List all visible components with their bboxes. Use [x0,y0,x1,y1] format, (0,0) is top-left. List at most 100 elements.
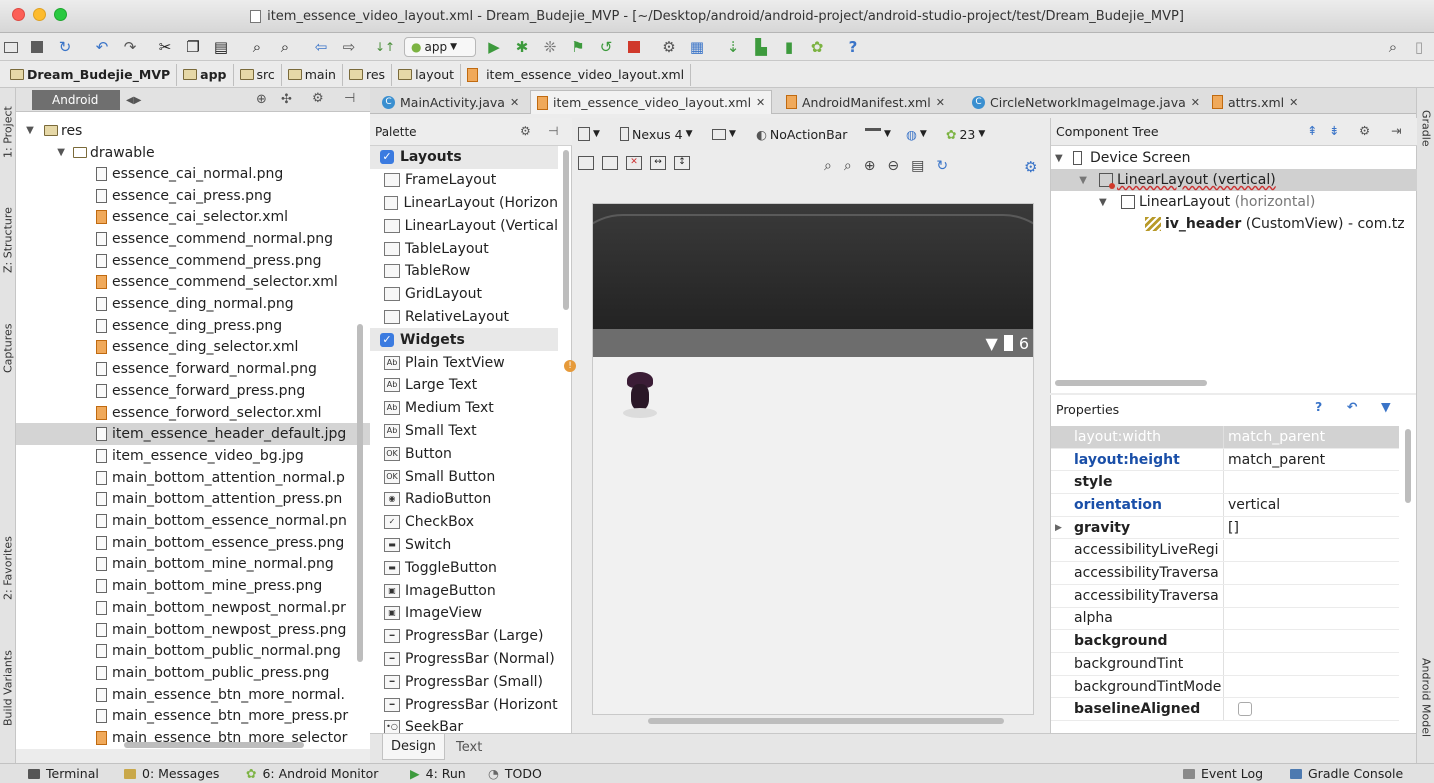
project-hscrollbar[interactable] [124,742,304,748]
breadcrumb-main[interactable]: main [282,63,343,86]
close-tab-icon[interactable]: ✕ [936,96,945,109]
breadcrumb-layout[interactable]: layout [392,63,462,86]
tree-file-item[interactable]: essence_commend_press.png [16,250,370,272]
tool-messages[interactable]: 0: Messages [124,766,219,781]
locale-select[interactable]: ◍ ▼ [906,124,927,144]
tab-androidmanifest[interactable]: AndroidManifest.xml ✕ [780,90,951,114]
run-config-select[interactable]: ● app ▼ [404,37,476,57]
close-tab-icon[interactable]: ✕ [756,96,765,109]
breadcrumb-app[interactable]: app [177,63,234,86]
property-value[interactable]: vertical [1228,497,1280,513]
tool-todo[interactable]: ◔ TODO [488,766,542,781]
tree-iv-header[interactable]: iv_header (CustomView) - com.tz [1145,213,1405,235]
close-window-button[interactable] [12,8,25,21]
palette-item[interactable]: ▬ Switch [370,534,558,557]
tool-android-monitor[interactable]: ✿ 6: Android Monitor [246,766,378,781]
remove-margin-icon[interactable]: ✕ [626,156,642,170]
tree-file-item[interactable]: main_bottom_newpost_press.png [16,619,370,641]
palette-group[interactable]: ✓ Layouts [370,146,558,169]
property-row[interactable]: orientation vertical [1051,494,1399,517]
tree-file-item[interactable]: essence_cai_normal.png [16,163,370,185]
tool-tab-captures[interactable]: Captures [0,308,16,388]
run-icon[interactable]: ▶ [485,38,503,56]
reset-icon[interactable]: ↶ [1347,399,1357,414]
palette-scrollbar[interactable] [563,150,569,310]
minimize-window-button[interactable] [33,8,46,21]
palette-item[interactable]: TableRow [370,260,558,283]
android-device-icon[interactable]: ✿ [808,38,826,56]
property-row[interactable]: style [1051,471,1399,495]
property-checkbox[interactable] [1238,702,1252,717]
save-icon[interactable] [28,38,46,56]
tree-file-item[interactable]: main_essence_btn_more_normal. [16,684,370,706]
selection-handle[interactable] [592,361,593,383]
tab-circlenetworkimageimage[interactable]: C CircleNetworkImageImage.java ✕ [966,90,1206,114]
property-row[interactable]: accessibilityTraversa [1051,584,1399,608]
gear-icon[interactable]: ⚙ [312,91,324,106]
tab-attrs[interactable]: attrs.xml ✕ [1206,90,1304,114]
redo-icon[interactable]: ↷ [121,38,139,56]
back-icon[interactable]: ⇦ [312,38,330,56]
help-icon[interactable]: ? [1315,399,1322,414]
tree-file-item[interactable]: main_bottom_public_press.png [16,662,370,684]
tree-file-item[interactable]: item_essence_video_bg.jpg [16,445,370,467]
palette-item[interactable]: Ab Medium Text [370,397,558,420]
tree-file-item[interactable]: item_essence_header_default.jpg [16,423,370,446]
tree-file-item[interactable]: main_bottom_essence_normal.pn [16,510,370,532]
tree-file-item[interactable]: essence_forword_selector.xml [16,402,370,424]
palette-item[interactable]: Ab Small Text [370,420,558,443]
property-row[interactable]: layout:width match_parent [1051,426,1399,449]
tool-event-log[interactable]: Event Log [1183,766,1263,781]
cut-icon[interactable]: ✂ [156,38,174,56]
tool-run[interactable]: ▶ 4: Run [410,766,466,781]
theme-select[interactable]: ◐ NoActionBar [756,124,847,144]
property-row[interactable]: background [1051,630,1399,653]
tree-file-item[interactable]: main_bottom_mine_normal.png [16,554,370,576]
find-icon[interactable]: ⌕ [248,38,266,56]
warning-icon[interactable]: ! [564,360,576,372]
palette-item[interactable]: ▣ ImageButton [370,579,558,602]
tool-tab-gradle[interactable]: Gradle [1418,98,1434,158]
palette-item[interactable]: TableLayout [370,237,558,260]
tree-linearlayout-vertical[interactable]: ▼ LinearLayout (vertical) [1051,169,1417,191]
palette-item[interactable]: OK Small Button [370,465,558,488]
debug-icon[interactable]: ✱ [513,38,531,56]
api-level-select[interactable]: ✿ 23 ▼ [946,124,985,144]
sync-target-icon[interactable]: ⊕ [256,92,267,107]
gear-icon[interactable]: ⚙ [1024,158,1037,176]
refresh-icon[interactable]: ↻ [936,158,948,174]
breadcrumb-project[interactable]: Dream_Budejie_MVP [4,63,178,86]
close-tab-icon[interactable]: ✕ [1191,96,1200,109]
project-view-selector[interactable]: Android ◀▶ [32,90,141,110]
palette-item[interactable]: LinearLayout (Vertical [370,214,558,237]
zoom-window-button[interactable] [54,8,67,21]
tool-tab-favorites[interactable]: 2: Favorites [0,518,16,618]
attach-debugger-icon[interactable]: ⚑ [569,38,587,56]
tool-tab-project[interactable]: 1: Project [0,92,16,172]
properties-scrollbar[interactable] [1405,429,1411,503]
tool-terminal[interactable]: Terminal [28,766,99,781]
expand-icon[interactable]: ▶ [1055,523,1062,533]
property-value[interactable]: [] [1228,520,1239,536]
tree-file-item[interactable]: essence_cai_press.png [16,185,370,207]
screenshot-icon[interactable]: ▤ [911,158,924,174]
tree-device-screen[interactable]: ▼ Device Screen [1055,147,1190,169]
property-row[interactable]: backgroundTint [1051,653,1399,676]
property-row[interactable]: backgroundTintMode [1051,675,1399,699]
palette-item[interactable]: ▬ ToggleButton [370,556,558,579]
tree-node-drawable[interactable]: ▼ drawable [16,142,370,164]
tool-tab-structure[interactable]: Z: Structure [0,193,16,288]
tool-tab-android-model[interactable]: Android Model [1418,643,1434,753]
property-row[interactable]: accessibilityLiveRegi [1051,539,1399,563]
zoom-in-icon[interactable]: ⊕ [864,158,876,174]
tree-file-item[interactable]: essence_ding_selector.xml [16,337,370,359]
palette-item[interactable]: OK Button [370,442,558,465]
palette-item[interactable]: ━ ProgressBar (Large) [370,625,558,648]
fill-width-icon[interactable]: ↔ [650,156,666,170]
apply-changes-icon[interactable]: ↺ [597,38,615,56]
palette-item[interactable]: ━ ProgressBar (Horizont [370,693,558,716]
palette-item[interactable]: Ab Large Text [370,374,558,397]
activity-select[interactable]: ▼ [865,124,891,144]
breadcrumb-res[interactable]: res [343,63,393,86]
palette-item[interactable]: RelativeLayout [370,306,558,329]
